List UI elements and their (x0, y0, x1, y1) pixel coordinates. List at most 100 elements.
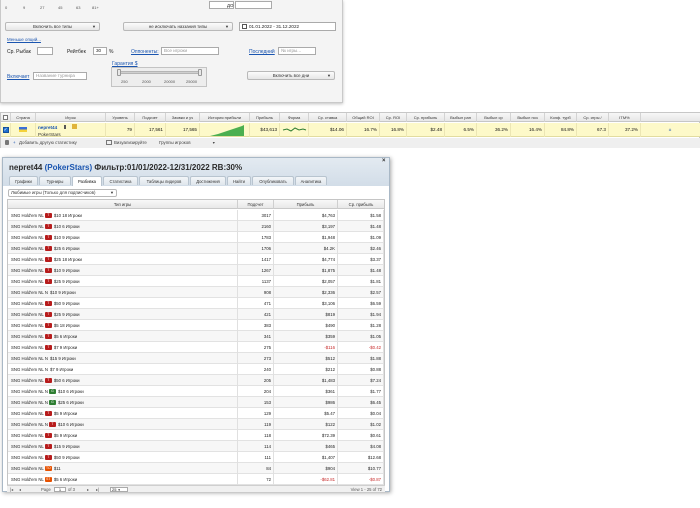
last-games-input[interactable]: № игры... (278, 47, 316, 55)
checkbox[interactable] (3, 115, 8, 121)
tab-analytics[interactable]: Аналитика (295, 176, 327, 185)
table-row[interactable]: SNG Hold'em NL T $10 9 Игроки 1783 $1,948 $1.… (8, 232, 384, 243)
table-row[interactable]: SNG Hold'em NL T $50 9 Игроки 111 $1,407 $12.… (8, 452, 384, 463)
col-header-total-roi[interactable]: Общий ROI (347, 113, 380, 122)
tab-publish[interactable]: Опубликовать (252, 176, 294, 185)
page-number-input[interactable]: 1 (54, 487, 66, 492)
per-page-select[interactable]: 25 ▼ (110, 487, 128, 492)
table-row[interactable]: SNG Hold'em NL T $25 9 Игроки 421 $819 $1.94 (8, 309, 384, 320)
table-row[interactable]: SNG Hold'em NL T $5 6 Игроки 341 $359 $1.05 (8, 331, 384, 342)
col-header-avg-roi[interactable]: Ср. ROI (380, 113, 407, 122)
prev-page-icon[interactable]: ◂ (19, 486, 21, 493)
col-header-avg-stake[interactable]: Ср. ставка (309, 113, 347, 122)
table-row[interactable]: ✓ nepret44 PokerStars 79 17,561 17,565 $… (1, 123, 700, 137)
table-row[interactable]: SNG Hold'em NL T $5 9 Игроки 118 $72.39 $0.61 (8, 430, 384, 441)
add-stats-button[interactable]: Добавить другую статистику (19, 138, 77, 148)
table-row[interactable]: SNG Hold'em NL T $15 9 Игроки 114 $465 $4.08 (8, 441, 384, 452)
table-row[interactable]: SNG Hold'em NL N G $25 6 Игроки 153 $986 $6.4… (8, 397, 384, 408)
table-row[interactable]: SNG Hold'em NL TO $11 84 $904 $10.77 (8, 463, 384, 474)
table-row[interactable]: SNG Hold'em NL T $10 6 Игроки 2160 $3,197 $1.… (8, 221, 384, 232)
guarantee-track[interactable] (118, 71, 202, 74)
guarantee-min-handle[interactable] (117, 69, 121, 76)
date-range-input[interactable]: 01.01.2022 - 31.12.2022 (239, 22, 336, 31)
table-row[interactable]: SNG Hold'em NL T $50 6 Игроки 205 $1,483 $7.2… (8, 375, 384, 386)
col-header-turbo-coef[interactable]: Коэф. турб (545, 113, 577, 122)
tab-statistics[interactable]: Статистика (103, 176, 138, 185)
max-value-input[interactable] (235, 1, 272, 9)
info-icon[interactable] (64, 125, 67, 129)
checkbox-checked[interactable]: ✓ (2, 126, 9, 133)
col-header-mid-out[interactable]: Выбыл ср (477, 113, 511, 122)
scale-tick: 9 (23, 5, 26, 10)
tab-tournaments[interactable]: Турниры (39, 176, 71, 185)
table-row[interactable]: SNG Hold'em NL T $25 6 Игроки 1706 $4.2K $2.4… (8, 243, 384, 254)
tab-achievements[interactable]: Достижения (190, 176, 226, 185)
next-page-icon[interactable]: ▸ (87, 486, 89, 493)
col-header-itm[interactable]: ITM% (609, 113, 641, 122)
col-header-country[interactable]: Страна (11, 113, 36, 122)
first-page-icon[interactable]: |◂ (10, 486, 13, 493)
col-header-avg-profit[interactable]: Ср. прибыль (407, 113, 445, 122)
table-row[interactable]: SNG Hold'em NL T $25 9 Игроки 1137 $2,057 $1.… (8, 276, 384, 287)
less-options-link[interactable]: Меньше опций... (7, 37, 41, 42)
table-row[interactable]: SNG Hold'em NL T $5 18 Игроки 383 $490 $1.28 (8, 320, 384, 331)
row-checkbox-cell[interactable]: ✓ (1, 123, 11, 137)
tab-charts[interactable]: Графики (9, 176, 38, 185)
col-header-count[interactable]: Подсчет (238, 200, 274, 209)
table-row[interactable]: SNG Hold'em NL T $7 9 Игроки 275 -$116 -$0.42 (8, 342, 384, 353)
col-header-profit[interactable]: Прибыль (274, 200, 338, 209)
col-header-late-out[interactable]: Выбыл поз (511, 113, 545, 122)
close-icon[interactable]: × (382, 158, 386, 164)
avg-fish-input[interactable] (37, 47, 53, 55)
trash-icon[interactable] (5, 140, 9, 145)
table-row[interactable]: SNG Hold'em NL T $25 18 Игроки 1417 $4,774 $3… (8, 254, 384, 265)
form-sparkline[interactable] (280, 123, 309, 137)
table-row[interactable]: SNG Hold'em NL N $15 9 Игроки 273 $512 $1.88 (8, 353, 384, 364)
game-types-dropdown[interactable]: Включить все типы ▼ (5, 22, 100, 31)
table-row[interactable]: SNG Hold'em NL T $10 9 Игроки 1267 $1,875 $1.… (8, 265, 384, 276)
guarantee-slider[interactable]: 250 2000 20000 25000 (111, 67, 207, 87)
tournament-name-input[interactable]: Название турнира (33, 72, 87, 80)
game-names-dropdown[interactable]: не исключать наззания типы ▼ (123, 22, 233, 31)
profit-history-sparkline[interactable] (200, 123, 250, 137)
select-all-cell[interactable] (1, 113, 11, 122)
player-name-link[interactable]: nepret44 (38, 125, 57, 130)
col-header-count[interactable]: Подсчет (135, 113, 166, 122)
table-row[interactable]: SNG Hold'em NL T $10 18 Игроки 3017 $4,763 $1… (8, 210, 384, 221)
plus-icon[interactable]: + (13, 138, 16, 148)
tab-leaderboards[interactable]: Таблицы лидеров (139, 176, 189, 185)
chevron-down-icon[interactable]: ▼ (212, 138, 216, 148)
table-row[interactable]: SNG Hold'em NL N $10 9 Игроки 908 $2,336 $2.… (8, 287, 384, 298)
col-header-player[interactable]: Игрок (36, 113, 106, 122)
table-row[interactable]: SNG Hold'em NL N T $10 6 Игроки 119 $122 $1.0… (8, 419, 384, 430)
table-row[interactable]: SNG Hold'em NL N G $10 6 Игроки 204 $361 $1.7… (8, 386, 384, 397)
opponents-link[interactable]: Оппоненты: (131, 49, 159, 55)
visualize-button[interactable]: Визуализируйте (114, 138, 147, 148)
player-cell[interactable]: nepret44 PokerStars (36, 123, 106, 137)
breakdown-select[interactable]: Любимые игры (Только для подписчиков) ▼ (8, 189, 117, 197)
tab-find[interactable]: Найти (227, 176, 251, 185)
days-dropdown[interactable]: Включить все дни ▼ (247, 71, 335, 80)
table-row[interactable]: SNG Hold'em NL ST $5 6 Игроки 72 -$62.81 -$0.… (8, 474, 384, 485)
table-row[interactable]: SNG Hold'em NL T $50 9 Игроки 471 $3,106 $6.5… (8, 298, 384, 309)
tab-breakdown[interactable]: Разбивка (72, 176, 102, 186)
table-row[interactable]: SNG Hold'em NL T $5 9 Игроки 129 $5.47 $0.04 (8, 408, 384, 419)
last-games-link[interactable]: Последний (249, 49, 275, 55)
guarantee-max-handle[interactable] (198, 69, 202, 76)
player-groups-dropdown[interactable]: Группы игроков (159, 138, 191, 148)
col-header-game-type[interactable]: Тип игры (8, 200, 238, 209)
include-link[interactable]: Включает (7, 74, 29, 80)
opponents-input[interactable]: Все игроки (161, 47, 219, 55)
col-header-profit[interactable]: Прибыль (250, 113, 280, 122)
col-header-early-out[interactable]: Выбыл ран (445, 113, 477, 122)
col-header-entries[interactable]: Заявки и уч (166, 113, 200, 122)
col-header-profit-history[interactable]: История прибыли (200, 113, 250, 122)
col-header-avg-games[interactable]: Ср. игры / (577, 113, 609, 122)
col-header-avg-profit[interactable]: Ср. прибыль (338, 200, 384, 209)
row-expand-icon[interactable]: ± (641, 123, 699, 137)
col-header-level[interactable]: Уровень (106, 113, 135, 122)
col-header-form[interactable]: Форма (280, 113, 309, 122)
table-row[interactable]: SNG Hold'em NL N $7 9 Игроки 240 $212 $0.88 (8, 364, 384, 375)
last-page-icon[interactable]: ▸| (96, 486, 99, 493)
rakeback-input[interactable]: 30 (93, 47, 107, 55)
